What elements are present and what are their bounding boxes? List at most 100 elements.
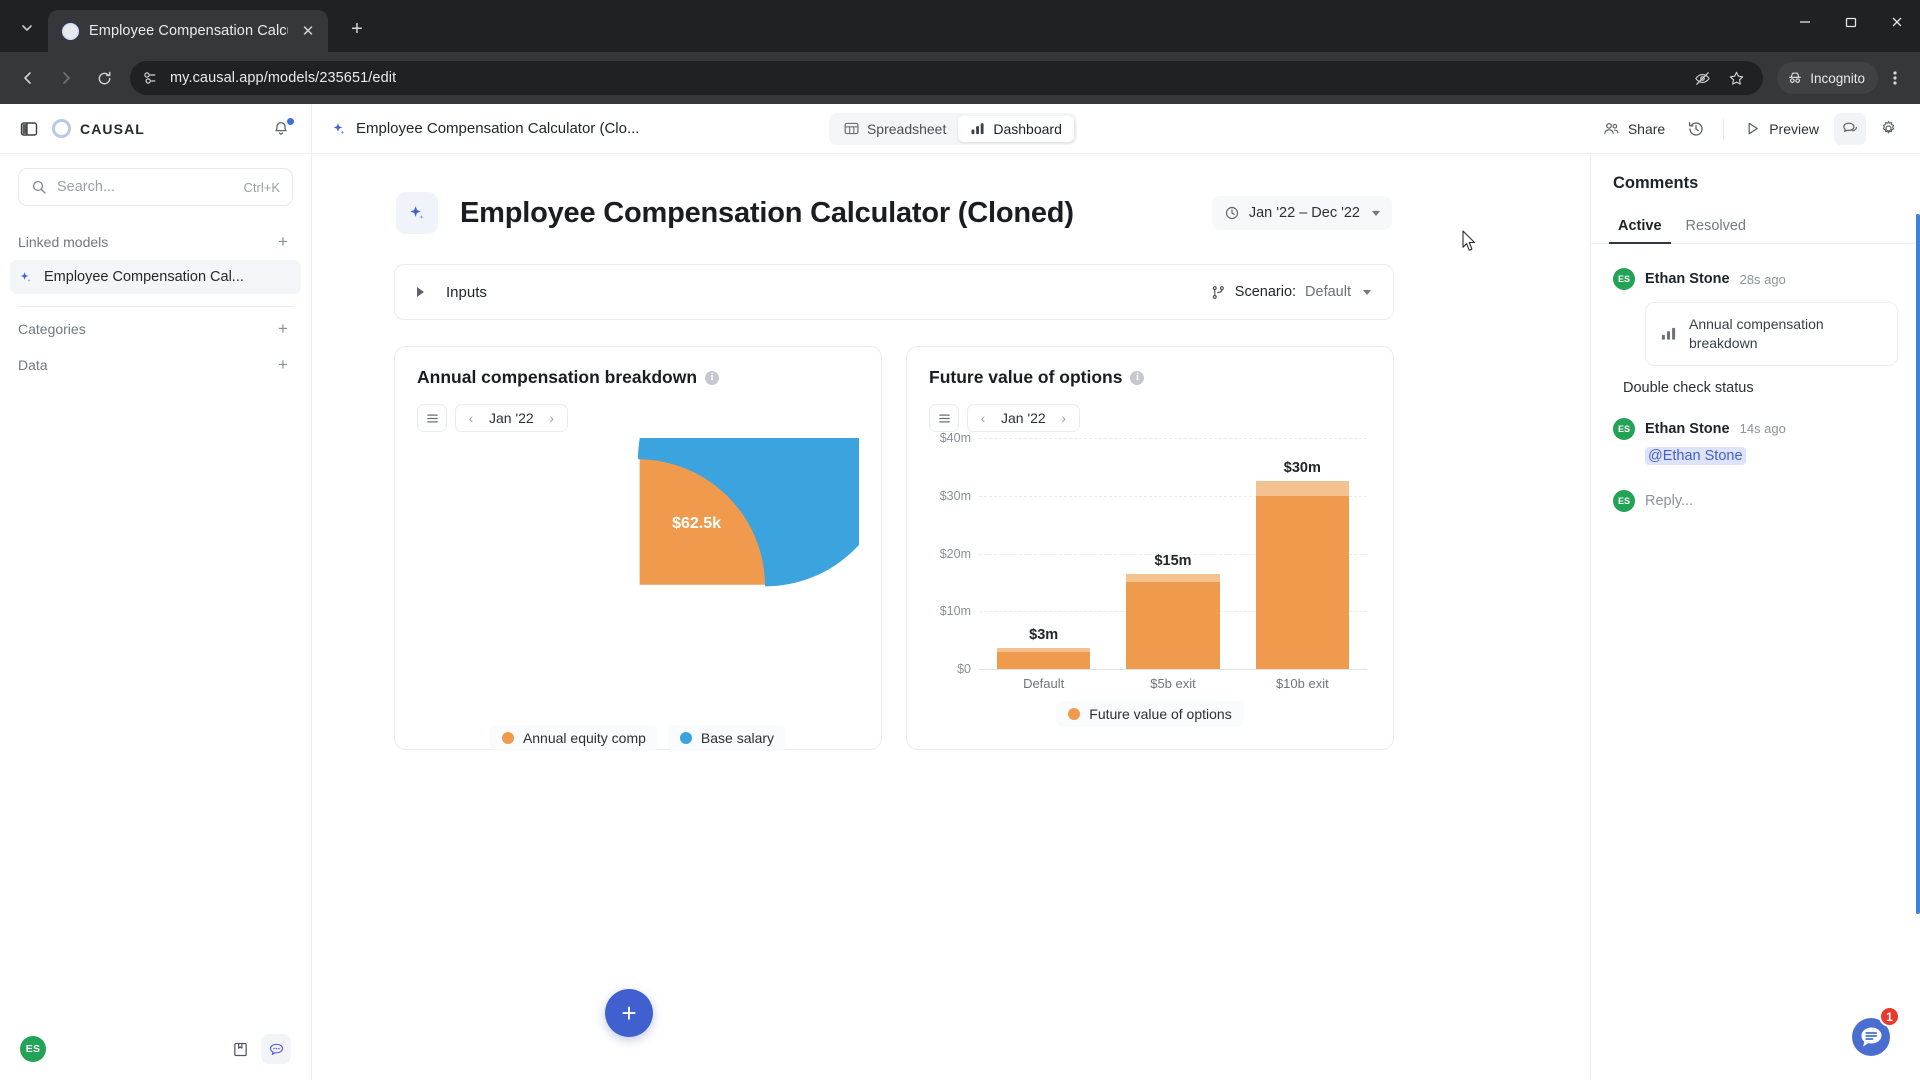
legend-label: Annual equity comp	[522, 730, 646, 747]
legend-item-equity-comp[interactable]: Annual equity comp	[489, 725, 658, 752]
period-label: Jan '22	[1001, 410, 1046, 426]
comment-reply-row[interactable]: ES Reply...	[1591, 464, 1920, 512]
chevron-down-icon	[1372, 210, 1380, 216]
add-data-button[interactable]: +	[273, 355, 293, 375]
comment-thread-2: ES Ethan Stone 14s ago @Ethan Stone	[1591, 396, 1920, 465]
close-icon[interactable]: ✕	[298, 21, 318, 41]
comments-toggle-icon[interactable]	[1834, 112, 1866, 145]
scrollbar[interactable]	[1916, 214, 1920, 914]
sidebar-section-data: Data +	[10, 347, 301, 383]
comment-reference-chart[interactable]: Annual compensation breakdown	[1645, 302, 1898, 366]
sidebar-divider	[18, 306, 293, 307]
sparkle-icon	[330, 121, 346, 137]
settings-gear-icon[interactable]	[1872, 113, 1904, 145]
next-period-button[interactable]: ›	[1053, 407, 1075, 429]
incognito-indicator[interactable]: Incognito	[1777, 62, 1878, 94]
board-header: Employee Compensation Calculator (Cloned…	[394, 192, 1394, 234]
sidebar: Search... Ctrl+K Linked models + Employe…	[0, 154, 312, 1080]
reply-input-placeholder[interactable]: Reply...	[1645, 493, 1693, 509]
tab-active-comments[interactable]: Active	[1609, 213, 1671, 244]
tab-dashboard-label: Dashboard	[993, 120, 1062, 137]
back-icon[interactable]	[10, 60, 46, 96]
bar[interactable]	[997, 648, 1091, 669]
clock-icon	[1224, 205, 1240, 221]
maximize-icon[interactable]	[1828, 0, 1874, 44]
search-input[interactable]: Search... Ctrl+K	[18, 168, 293, 206]
prev-period-button[interactable]: ‹	[972, 407, 994, 429]
bar-column-5b-exit[interactable]: $15m	[1126, 438, 1220, 669]
tab-dashboard[interactable]: Dashboard	[958, 115, 1074, 142]
support-chat-icon[interactable]	[261, 1034, 291, 1064]
legend-label: Base salary	[700, 730, 775, 747]
next-period-button[interactable]: ›	[541, 407, 563, 429]
browser-menu-icon[interactable]	[1880, 60, 1910, 96]
bar-column-default[interactable]: $3m	[997, 438, 1091, 669]
comment-timestamp: 28s ago	[1739, 271, 1786, 287]
version-history-icon[interactable]	[1680, 113, 1712, 145]
inputs-bar[interactable]: Inputs Scenario: Default	[394, 264, 1394, 320]
expand-triangle-icon[interactable]	[417, 287, 424, 297]
support-chat-launcher[interactable]: 1	[1844, 1006, 1900, 1062]
hide-password-icon[interactable]	[1687, 63, 1717, 93]
x-tick-label: Default	[1023, 675, 1065, 691]
pie-legend: Annual equity comp Base salary	[417, 725, 859, 752]
reload-icon[interactable]	[86, 60, 122, 96]
tab-resolved-comments[interactable]: Resolved	[1677, 213, 1755, 243]
avatar: ES	[1613, 489, 1635, 512]
comment-header: ES Ethan Stone 14s ago	[1613, 417, 1898, 440]
browser-tab[interactable]: Employee Compensation Calcu ✕	[48, 10, 328, 52]
scenario-selector[interactable]: Scenario: Default	[1211, 284, 1371, 300]
tab-search-chevron-icon[interactable]	[12, 13, 42, 43]
play-icon	[1744, 120, 1761, 137]
chart-menu-icon[interactable]	[417, 404, 447, 432]
minimize-icon[interactable]	[1782, 0, 1828, 44]
sidebar-section-categories: Categories +	[10, 311, 301, 347]
window-close-icon[interactable]	[1874, 0, 1920, 44]
window-controls	[1782, 0, 1920, 44]
comments-panel: Comments Active Resolved ES Ethan Stone …	[1590, 154, 1920, 1080]
period-navigator: ‹ Jan '22 ›	[967, 404, 1080, 432]
new-tab-button[interactable]: +	[342, 14, 372, 44]
avatar[interactable]: ES	[1613, 417, 1635, 440]
info-icon[interactable]: i	[705, 370, 720, 385]
sidebar-footer-actions	[225, 1034, 291, 1064]
bar[interactable]	[1255, 480, 1349, 669]
forward-icon[interactable]	[48, 60, 84, 96]
document-title: Employee Compensation Calculator (Clo...	[356, 120, 640, 137]
legend-item-base-salary[interactable]: Base salary	[667, 725, 787, 752]
bar-value-label: $30m	[1283, 459, 1321, 476]
bar[interactable]	[1126, 573, 1220, 669]
document-chip[interactable]: Employee Compensation Calculator (Clo...	[330, 120, 639, 137]
avatar[interactable]: ES	[1613, 268, 1635, 290]
date-range-picker[interactable]: Jan '22 – Dec '22	[1211, 196, 1392, 230]
search-icon	[31, 179, 47, 195]
address-bar[interactable]: my.causal.app/models/235651/edit	[130, 61, 1764, 95]
add-category-button[interactable]: +	[273, 319, 293, 339]
prev-period-button[interactable]: ‹	[460, 407, 482, 429]
tab-favicon-icon	[62, 22, 79, 40]
bookmark-star-icon[interactable]	[1721, 63, 1751, 93]
brand-logo[interactable]: CAUSAL	[52, 119, 145, 138]
bar-column-10b-exit[interactable]: $30m	[1255, 438, 1349, 669]
card-future-value-of-options: Future value of options i ‹ Jan '22 › $4…	[906, 346, 1394, 750]
preview-button[interactable]: Preview	[1735, 114, 1828, 143]
toggle-sidebar-icon[interactable]	[18, 118, 40, 140]
chart-menu-icon[interactable]	[929, 404, 959, 432]
avatar[interactable]: ES	[20, 1036, 46, 1062]
site-info-icon[interactable]	[142, 70, 158, 86]
model-sparkle-icon	[396, 192, 438, 234]
sidebar-item-employee-compensation[interactable]: Employee Compensation Cal...	[10, 260, 301, 294]
info-icon[interactable]: i	[1130, 370, 1145, 385]
add-widget-button[interactable]: +	[605, 989, 653, 1037]
share-button[interactable]: Share	[1594, 114, 1674, 143]
add-linked-model-button[interactable]: +	[273, 232, 293, 252]
date-range-label: Jan '22 – Dec '22	[1248, 205, 1360, 221]
docs-book-icon[interactable]	[225, 1034, 255, 1064]
tab-spreadsheet[interactable]: Spreadsheet	[832, 116, 958, 142]
card-header: Future value of options i	[929, 367, 1371, 388]
notifications-bell-icon[interactable]	[271, 116, 295, 140]
legend-label: Future value of options	[1089, 706, 1232, 722]
preview-label: Preview	[1769, 120, 1819, 137]
mention-chip[interactable]: @Ethan Stone	[1645, 446, 1746, 465]
legend-item-future-value[interactable]: Future value of options	[1056, 701, 1244, 727]
